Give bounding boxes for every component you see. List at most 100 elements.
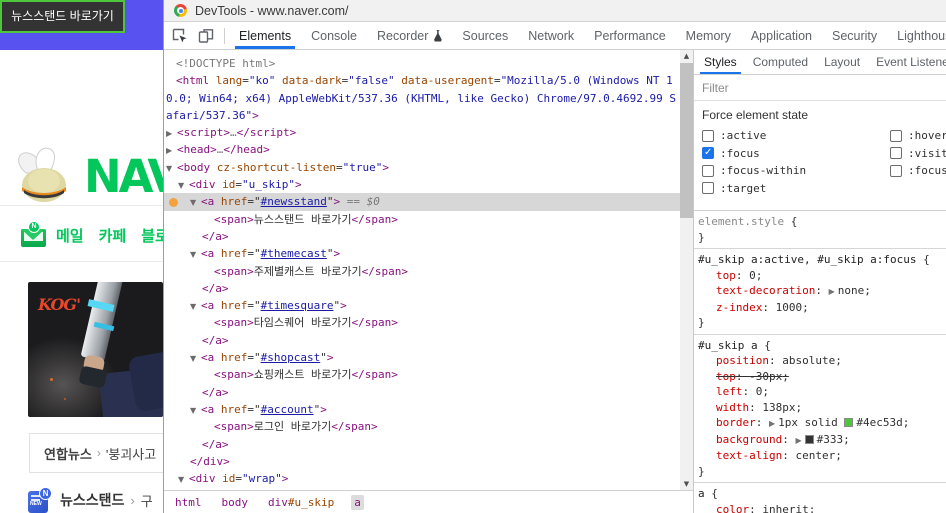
css-property[interactable]: z-index: 1000; [698, 300, 943, 316]
ad-banner-image[interactable]: KOG' [28, 282, 163, 417]
dom-node-selected[interactable]: ▼ <a href="#newsstand"> == $0 [164, 193, 680, 211]
rule-open-line[interactable]: element.style { [698, 214, 943, 230]
expander-open-icon[interactable]: ▼ [190, 194, 201, 210]
checkbox:active[interactable] [702, 129, 714, 142]
expander-open-icon[interactable]: ▼ [178, 177, 189, 193]
inspect-element-icon[interactable] [172, 28, 188, 44]
sidebar-tab-event-listeners[interactable]: Event Listeners [868, 50, 946, 74]
dom-node[interactable]: <span>로그인 바로가기</span> [164, 418, 680, 435]
tab-performance[interactable]: Performance [584, 22, 676, 49]
checkbox:visited[interactable] [890, 147, 902, 160]
mail-icon[interactable]: N [20, 220, 47, 249]
dom-node[interactable]: ▼ <a href="#shopcast"> [164, 349, 680, 366]
scroll-down-arrow[interactable]: ▼ [680, 478, 693, 490]
css-property[interactable]: border: ▶ 1px solid #4ec53d; [698, 415, 943, 432]
tab-sources[interactable]: Sources [452, 22, 518, 49]
dom-node[interactable]: </a> [164, 436, 680, 453]
expander-open-icon[interactable]: ▼ [190, 298, 201, 314]
dom-node[interactable]: ▼ <div id="wrap"> [164, 470, 680, 487]
newsstand-bar[interactable]: NEW N 뉴스스탠드 › 구 [28, 487, 153, 513]
css-property[interactable]: color: inherit; [698, 502, 943, 513]
dom-node[interactable]: </a> [164, 332, 680, 349]
sidebar-tab-styles[interactable]: Styles [696, 50, 745, 74]
scrollbar-thumb[interactable] [680, 63, 693, 218]
tab-elements[interactable]: Elements [229, 22, 301, 49]
expander-open-icon[interactable]: ▼ [190, 402, 201, 418]
expander-open-icon[interactable]: ▼ [178, 471, 189, 487]
css-property[interactable]: text-align: center; [698, 448, 943, 464]
css-property[interactable]: left: 0; [698, 384, 943, 400]
code-token: href [214, 351, 248, 365]
news-ticker[interactable]: 연합뉴스 › '붕괴사고 [29, 433, 163, 473]
dom-node[interactable]: <span>쇼핑캐스트 바로가기</span> [164, 366, 680, 383]
expand-arrow-icon[interactable]: ▶ [769, 419, 775, 428]
dom-node[interactable]: ▶ <script>…</script> [164, 124, 680, 141]
checkbox:focus-within[interactable] [702, 164, 714, 177]
checkbox:target[interactable] [702, 182, 714, 195]
dom-node[interactable]: <!DOCTYPE html> [164, 55, 680, 72]
service-link-블로그[interactable]: 블로그 [141, 228, 163, 245]
sidebar-tab-computed[interactable]: Computed [745, 50, 816, 74]
naver-logo-area[interactable]: NAVER [0, 50, 163, 205]
dom-node[interactable]: <span>타임스퀘어 바로가기</span> [164, 314, 680, 331]
tab-lighthouse[interactable]: Lighthouse [887, 22, 946, 49]
rule-open-line[interactable]: a { [698, 486, 943, 502]
elements-scrollbar[interactable]: ▲ ▼ [680, 50, 693, 490]
dom-node[interactable]: <span>뉴스스탠드 바로가기</span> [164, 211, 680, 228]
dom-node[interactable]: </a> [164, 280, 680, 297]
dom-node[interactable]: ▶ <head>…</head> [164, 141, 680, 158]
sidebar-tab-layout[interactable]: Layout [816, 50, 868, 74]
dom-node[interactable]: ▼ <a href="#themecast"> [164, 245, 680, 262]
checkbox:hover[interactable] [890, 129, 902, 142]
dom-node[interactable]: <span>주제별캐스트 바로가기</span> [164, 263, 680, 280]
scroll-up-arrow[interactable]: ▲ [680, 50, 693, 62]
device-toolbar-icon[interactable] [198, 28, 214, 44]
service-link-카페[interactable]: 카페 [99, 228, 127, 245]
newsstand-skip-button[interactable]: 뉴스스탠드 바로가기 [0, 0, 125, 33]
rule-open-line[interactable]: #u_skip a { [698, 338, 943, 354]
tab-application[interactable]: Application [741, 22, 822, 49]
dom-node[interactable]: ▼ <a href="#timesquare"> [164, 297, 680, 314]
css-property[interactable]: position: absolute; [698, 353, 943, 369]
css-property[interactable]: top: -30px; [698, 369, 943, 385]
elements-panel: <!DOCTYPE html> <html lang="ko" data-dark… [164, 50, 693, 490]
expander-open-icon[interactable]: ▼ [166, 160, 177, 176]
tab-memory[interactable]: Memory [676, 22, 741, 49]
expander-open-icon[interactable]: ▼ [190, 350, 201, 366]
dom-node[interactable]: ▼ <div id="u_skip"> [164, 176, 680, 193]
dom-node[interactable]: </a> [164, 384, 680, 401]
breadcrumb-body[interactable]: body [219, 495, 252, 510]
dom-node[interactable]: </div> [164, 453, 680, 470]
dom-node[interactable]: ▼ <body cz-shortcut-listen="true"> [164, 159, 680, 176]
checkbox:focus-visible[interactable] [890, 164, 902, 177]
tab-console[interactable]: Console [301, 22, 367, 49]
expand-arrow-icon[interactable]: ▶ [795, 436, 801, 445]
dom-node[interactable]: 0.0; Win64; x64) AppleWebKit/537.36 (KHT… [164, 90, 680, 107]
dom-node[interactable]: ▼ <a href="#account"> [164, 401, 680, 418]
breadcrumb-a[interactable]: a [351, 494, 364, 510]
tab-security[interactable]: Security [822, 22, 887, 49]
dom-breakpoint-dot[interactable] [169, 197, 178, 207]
checkbox:focus[interactable] [702, 147, 714, 160]
service-link-메일[interactable]: 메일 [56, 228, 84, 245]
breadcrumb-div[interactable]: div#u_skip [265, 495, 337, 510]
css-property[interactable]: width: 138px; [698, 400, 943, 416]
dom-node[interactable]: afari/537.36"> [164, 107, 680, 124]
expand-arrow-icon[interactable]: ▶ [829, 287, 835, 296]
tab-network[interactable]: Network [518, 22, 584, 49]
expander-closed-icon[interactable]: ▶ [166, 142, 177, 158]
dom-node[interactable]: <html lang="ko" data-dark="false" data-u… [164, 72, 680, 89]
expander-open-icon[interactable]: ▼ [190, 246, 201, 262]
css-property[interactable]: text-decoration: ▶ none; [698, 283, 943, 300]
tab-recorder[interactable]: Recorder [367, 22, 452, 49]
breadcrumb-html[interactable]: html [172, 495, 205, 510]
css-property[interactable]: background: ▶ #333; [698, 432, 943, 449]
code-token: <span> [214, 316, 254, 330]
rule-open-line[interactable]: #u_skip a:active, #u_skip a:focus { [698, 252, 943, 268]
dom-node[interactable]: </a> [164, 228, 680, 245]
color-swatch[interactable] [804, 434, 814, 444]
css-property[interactable]: top: 0; [698, 268, 943, 284]
color-swatch[interactable] [844, 418, 854, 427]
expander-closed-icon[interactable]: ▶ [166, 125, 177, 141]
styles-filter-input[interactable]: Filter [694, 75, 946, 101]
